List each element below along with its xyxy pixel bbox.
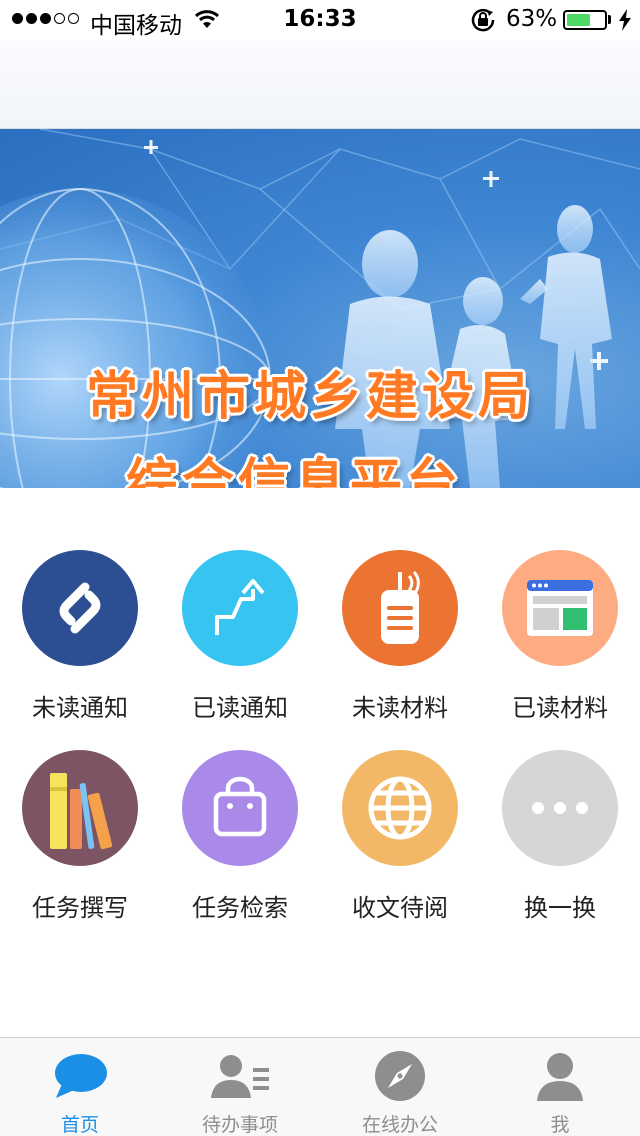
tab-label: 待办事项	[201, 1114, 278, 1136]
grid-item-label: 已读通知	[192, 694, 288, 722]
grid-item-label: 未读通知	[32, 694, 128, 722]
grid-item-label: 未读材料	[352, 694, 448, 722]
books-icon	[22, 750, 138, 866]
grid-item-unread-materials[interactable]: 未读材料	[320, 540, 480, 730]
grid-item-read-materials[interactable]: 已读材料	[480, 540, 640, 730]
grid-item-label: 任务撰写	[32, 894, 128, 922]
charging-bolt-icon	[618, 9, 632, 37]
rotation-lock-icon	[470, 8, 496, 38]
grid-item-task-search[interactable]: 任务检索	[160, 740, 320, 930]
battery-icon	[563, 10, 607, 30]
grid-item-switch[interactable]: 换一换	[480, 740, 640, 930]
grid-item-label: 已读材料	[512, 694, 608, 722]
battery-cap	[608, 15, 611, 24]
route-arrow-icon	[182, 550, 298, 666]
tab-online-office[interactable]: 在线办公	[320, 1038, 480, 1136]
app-screen: 中国移动 16:33 63% 常州市城乡建设局 综合信息平台 未读通知 已读通知…	[0, 0, 640, 1136]
tab-bar: 首页 待办事项 在线办公 我	[0, 1037, 640, 1136]
browser-window-icon	[502, 550, 618, 666]
status-bar: 中国移动 16:33 63%	[0, 0, 640, 40]
grid-item-read-notices[interactable]: 已读通知	[160, 540, 320, 730]
battery-percent: 63%	[506, 6, 558, 32]
shazam-icon	[22, 550, 138, 666]
more-dots-icon	[502, 750, 618, 866]
grid-item-task-writing[interactable]: 任务撰写	[0, 740, 160, 930]
contacts-list-icon	[209, 1050, 271, 1102]
walkie-talkie-icon	[342, 550, 458, 666]
navigation-bar	[0, 40, 640, 129]
grid-item-unread-notices[interactable]: 未读通知	[0, 540, 160, 730]
person-icon	[535, 1050, 585, 1102]
compass-icon	[374, 1050, 426, 1102]
banner-title-line2: 综合信息平台	[125, 454, 462, 488]
banner-title-line1: 常州市城乡建设局	[85, 367, 534, 427]
tab-me[interactable]: 我	[480, 1038, 640, 1136]
globe-icon	[342, 750, 458, 866]
banner-background-art	[0, 129, 640, 488]
tab-todo[interactable]: 待办事项	[160, 1038, 320, 1136]
shopping-bag-icon	[182, 750, 298, 866]
banner[interactable]: 常州市城乡建设局 综合信息平台	[0, 129, 640, 488]
tab-home[interactable]: 首页	[0, 1038, 160, 1136]
grid-item-label: 收文待阅	[352, 894, 448, 922]
tab-label: 在线办公	[361, 1114, 438, 1136]
tab-label: 我	[550, 1114, 570, 1136]
grid-item-label: 任务检索	[192, 894, 288, 922]
chat-bubble-icon	[52, 1050, 108, 1102]
tab-label: 首页	[60, 1114, 99, 1136]
grid-item-label: 换一换	[524, 894, 596, 922]
grid-item-incoming-docs[interactable]: 收文待阅	[320, 740, 480, 930]
